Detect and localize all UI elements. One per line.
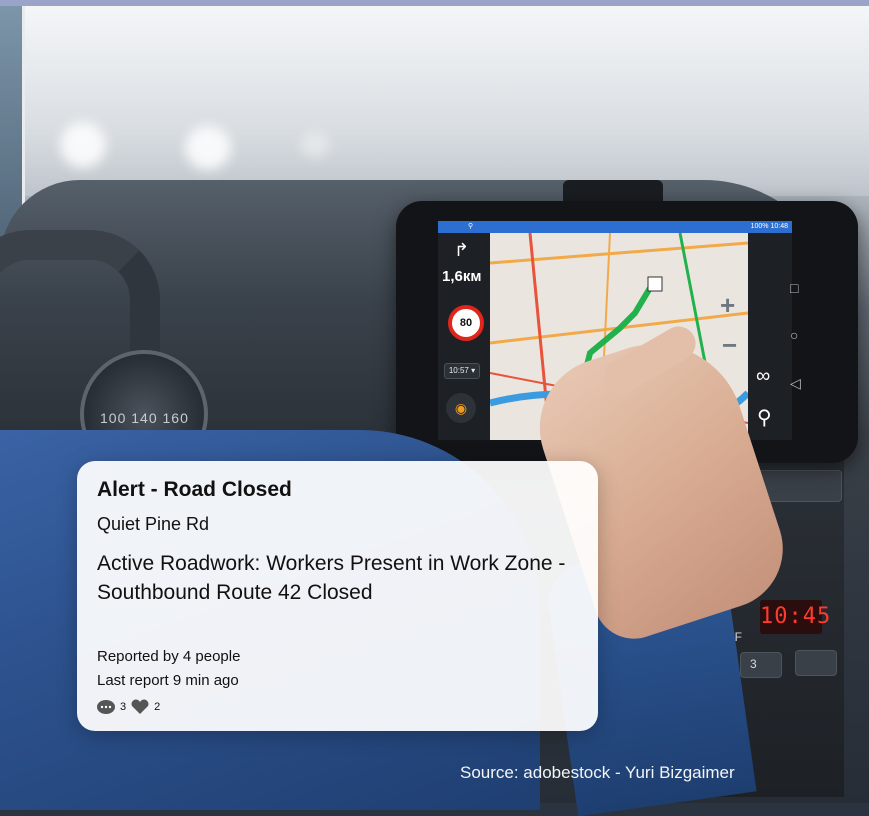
likes-count: 2 xyxy=(154,701,161,713)
zoom-in-button[interactable]: + xyxy=(720,290,735,321)
distance-readout: 1,6км xyxy=(442,268,482,285)
heart-icon[interactable] xyxy=(130,699,150,715)
route-icon[interactable]: ∞ xyxy=(756,365,770,388)
search-icon[interactable]: ⚲ xyxy=(757,405,772,430)
turn-arrow-icon: ↱ xyxy=(454,240,470,260)
back-icon[interactable]: ◁ xyxy=(790,375,801,392)
preset-label: 3 xyxy=(750,657,757,671)
speed-limit-sign: 80 xyxy=(448,305,484,341)
home-icon[interactable]: ○ xyxy=(790,327,798,343)
radio-clock-display: 10:45 xyxy=(760,600,830,634)
alert-stats: 3 2 xyxy=(96,698,160,716)
console-button xyxy=(740,652,782,678)
gauge-numbers: 100 140 160 xyxy=(100,410,189,426)
arrival-time[interactable]: 10:57 ▾ xyxy=(444,363,480,379)
status-readout: 100% 10:48 xyxy=(750,223,788,230)
road-alert-card[interactable]: Alert - Road Closed Quiet Pine Rd Active… xyxy=(77,461,598,731)
source-credit: Source: adobestock - Yuri Bizgaimer xyxy=(460,763,735,782)
search-icon: ⚲ xyxy=(468,223,474,230)
alert-title: Alert - Road Closed xyxy=(97,478,292,501)
console-button xyxy=(795,650,837,676)
reported-by: Reported by 4 people xyxy=(97,648,241,665)
headlight-glow xyxy=(60,122,106,168)
road-glare xyxy=(25,6,869,196)
recent-apps-icon[interactable]: □ xyxy=(790,280,798,296)
comments-count: 3 xyxy=(120,701,127,713)
sound-icon[interactable]: ◉ xyxy=(446,393,476,423)
headlight-glow xyxy=(300,132,330,158)
alert-street: Quiet Pine Rd xyxy=(97,514,210,534)
zoom-out-button[interactable]: − xyxy=(722,330,737,361)
phone-status-bar: ⚲ 100% 10:48 xyxy=(438,221,792,233)
last-report-time: Last report 9 min ago xyxy=(97,672,239,689)
alert-description: Active Roadwork: Workers Present in Work… xyxy=(97,552,566,604)
headlight-glow xyxy=(185,126,231,170)
speech-bubble-icon[interactable] xyxy=(96,699,116,715)
